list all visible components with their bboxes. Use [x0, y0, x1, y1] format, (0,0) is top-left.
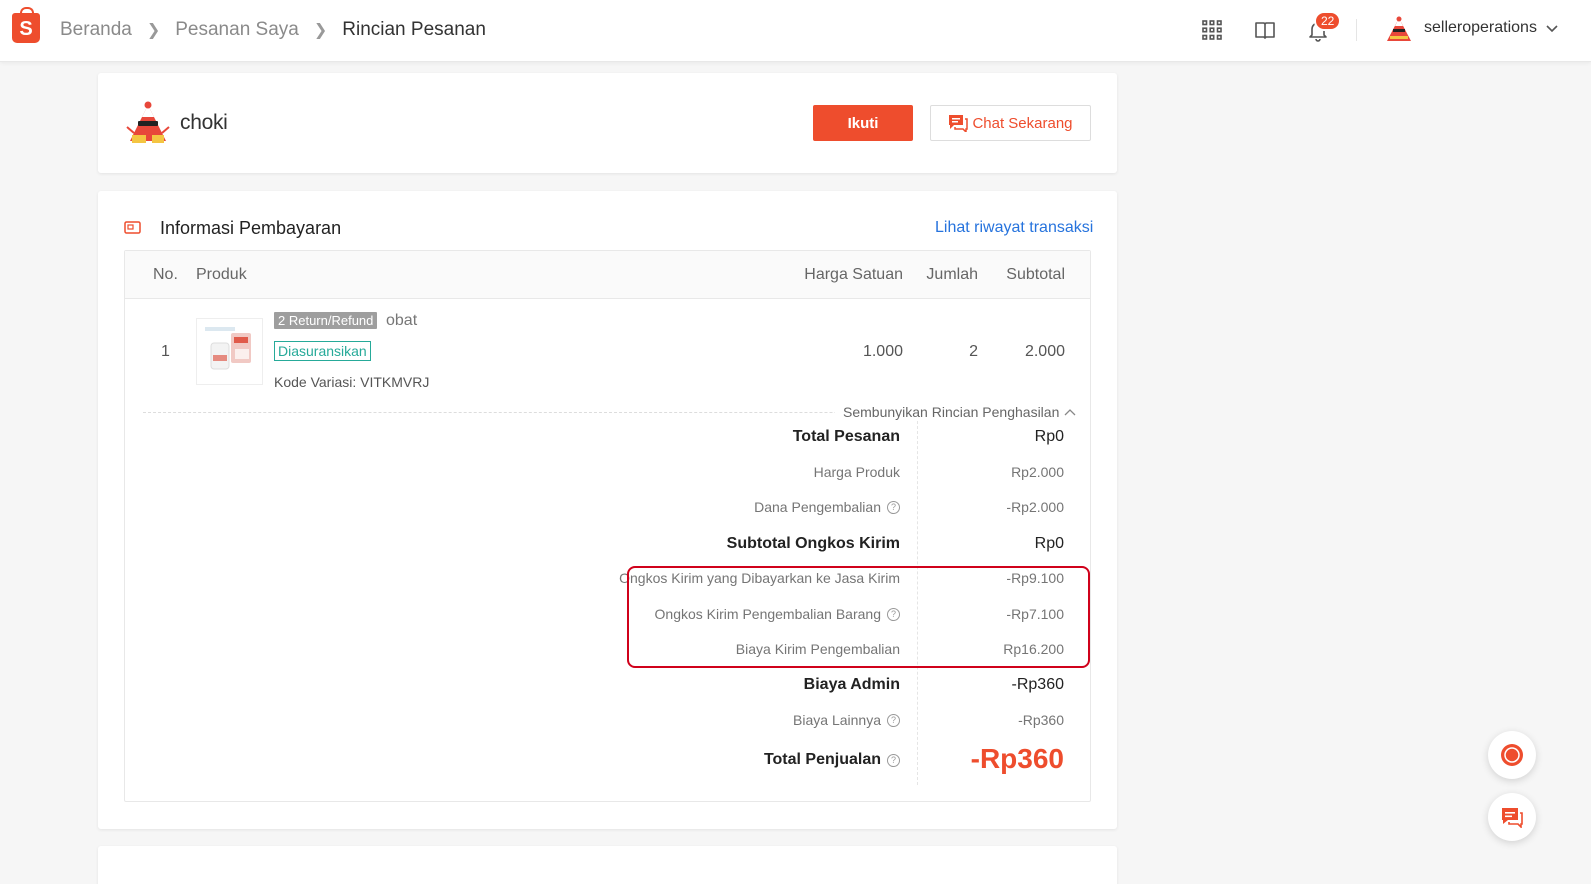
product-thumbnail[interactable]: [196, 318, 263, 385]
hide-income-details-toggle[interactable]: Sembunyikan Rincian Penghasilan: [835, 404, 1086, 420]
chevron-right-icon: ❯: [313, 22, 328, 39]
chat-now-label: Chat Sekarang: [972, 114, 1073, 132]
breakdown-label-product-price: Harga Produk: [813, 464, 900, 480]
breakdown-value-refund: -Rp2.000: [1006, 499, 1064, 515]
column-qty: Jumlah: [926, 266, 978, 283]
user-avatar[interactable]: [1384, 14, 1414, 44]
chat-now-button[interactable]: Chat Sekarang: [930, 105, 1091, 141]
payment-info-title: Informasi Pembayaran: [160, 218, 342, 238]
breakdown-value-shipping-subtotal: Rp0: [1034, 535, 1064, 552]
payment-icon: [124, 221, 141, 234]
book-icon[interactable]: [1253, 18, 1277, 42]
variation-code: Kode Variasi: VITKMVRJ: [274, 374, 430, 390]
breadcrumb-orders[interactable]: Pesanan Saya: [175, 19, 299, 41]
breakdown-value-other-fees: -Rp360: [1018, 712, 1064, 728]
breakdown-label-shipping-subtotal: Subtotal Ongkos Kirim: [726, 535, 900, 552]
breadcrumb: Beranda ❯ Pesanan Saya ❯ Rincian Pesanan: [60, 19, 486, 41]
breakdown-label-refund: Dana Pengembalian?: [754, 499, 900, 515]
order-items-table: No. Produk Harga Satuan Jumlah Subtotal …: [124, 250, 1091, 802]
help-icon[interactable]: ?: [887, 500, 900, 514]
insured-tag: Diasuransikan: [274, 341, 371, 361]
column-unit-price: Harga Satuan: [804, 266, 903, 283]
total-sales-value: -Rp360: [970, 743, 1064, 774]
next-section-card: [98, 846, 1117, 884]
username[interactable]: selleroperations: [1424, 19, 1537, 37]
help-icon[interactable]: ?: [887, 753, 900, 767]
top-bar: S Beranda ❯ Pesanan Saya ❯ Rincian Pesan…: [0, 0, 1591, 62]
shop-name[interactable]: choki: [180, 111, 228, 135]
chevron-right-icon: ❯: [146, 22, 161, 39]
breakdown-value-admin-fee: -Rp360: [1011, 676, 1064, 693]
shop-avatar[interactable]: [126, 99, 170, 145]
payment-info-card: Informasi Pembayaran Lihat riwayat trans…: [98, 191, 1117, 829]
column-subtotal: Subtotal: [1006, 266, 1065, 283]
highlight-box: [627, 566, 1090, 668]
shopee-logo[interactable]: S: [12, 7, 40, 43]
floating-support-button[interactable]: [1488, 731, 1536, 779]
column-product: Produk: [196, 266, 247, 283]
breadcrumb-home[interactable]: Beranda: [60, 19, 132, 41]
breakdown-value-total-order: Rp0: [1034, 428, 1064, 445]
notification-badge: 22: [1314, 11, 1342, 31]
subtotal: 2.000: [1024, 343, 1065, 360]
unit-price: 1.000: [862, 343, 903, 360]
breadcrumb-current: Rincian Pesanan: [342, 19, 486, 40]
chevron-down-icon[interactable]: [1545, 22, 1559, 36]
column-no: No.: [153, 266, 178, 283]
transaction-history-link[interactable]: Lihat riwayat transaksi: [935, 219, 1093, 237]
item-number: 1: [161, 343, 170, 360]
chevron-up-icon: [1064, 409, 1076, 416]
apps-grid-icon[interactable]: [1200, 18, 1224, 42]
chat-icon: [949, 115, 969, 132]
shop-card: choki Ikuti Chat Sekarang: [98, 73, 1117, 173]
divider: [1356, 19, 1357, 41]
breakdown-value-product-price: Rp2.000: [1011, 464, 1064, 480]
chat-icon: [1502, 808, 1523, 828]
product-name[interactable]: obat: [386, 312, 417, 330]
table-header: No. Produk Harga Satuan Jumlah Subtotal: [125, 251, 1090, 299]
toggle-label: Sembunyikan Rincian Penghasilan: [843, 404, 1060, 420]
breakdown-label-admin-fee: Biaya Admin: [803, 676, 900, 693]
quantity: 2: [969, 343, 978, 360]
product-image: [205, 327, 251, 370]
follow-button[interactable]: Ikuti: [813, 105, 913, 141]
support-icon: [1501, 744, 1523, 766]
table-row: 1 2 Return/Refund obat Diasuransikan Kod…: [125, 300, 1090, 410]
floating-chat-button[interactable]: [1488, 793, 1536, 841]
total-sales-label: Total Penjualan?: [764, 751, 900, 769]
breakdown-label-other-fees: Biaya Lainnya?: [793, 712, 900, 728]
breakdown-label-total-order: Total Pesanan: [792, 428, 900, 445]
return-refund-tag: 2 Return/Refund: [274, 312, 378, 329]
help-icon[interactable]: ?: [887, 713, 900, 727]
